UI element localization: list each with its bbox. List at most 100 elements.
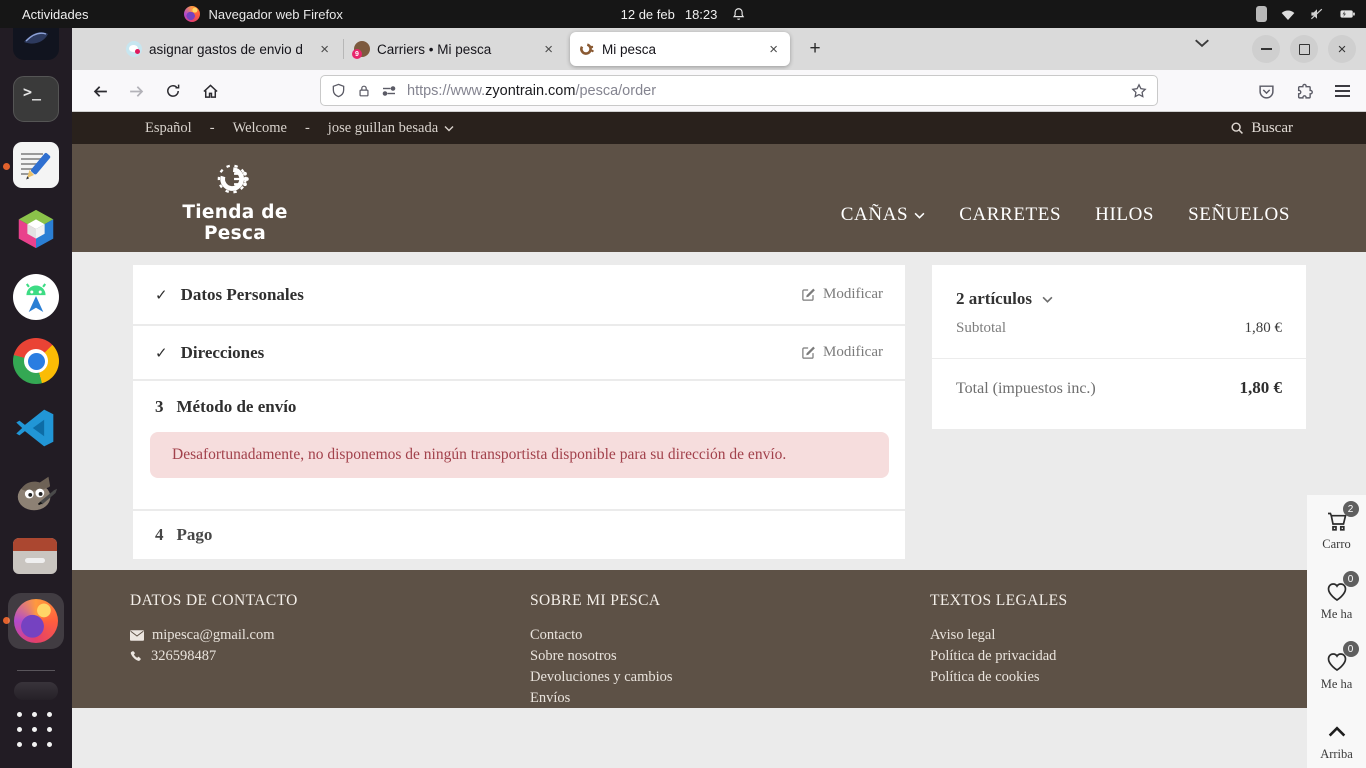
volume-muted-icon [1309,7,1325,21]
activities-button[interactable]: Actividades [22,7,88,22]
wishlist-badge: 0 [1342,641,1359,657]
items-count-toggle[interactable]: 2 artículos [956,289,1282,309]
footer-link-sobre-nosotros[interactable]: Sobre nosotros [530,646,673,667]
show-applications-icon[interactable] [17,712,55,750]
nav-hilos[interactable]: HILOS [1095,204,1154,226]
search-button[interactable]: Buscar [1230,120,1293,137]
scroll-top-label: Arriba [1320,747,1353,761]
forward-button[interactable] [120,75,152,107]
clock-menu[interactable]: 12 de feb 18:23 [621,7,746,22]
chevron-down-icon [914,212,925,219]
app-menu[interactable]: Navegador web Firefox [184,6,343,22]
shop-logo[interactable]: Tienda de Pesca [165,160,305,244]
footer-email-link[interactable]: mipesca@gmail.com [130,625,298,646]
footer-link-contacto[interactable]: Contacto [530,625,673,646]
wishlist-widget-2[interactable]: 0 Me ha [1321,641,1359,692]
url-text: https://www.zyontrain.com/pesca/order [407,82,657,99]
menu-hamburger-icon[interactable] [1326,75,1358,107]
envelope-icon [130,630,144,641]
footer-link-privacidad[interactable]: Política de privacidad [930,646,1068,667]
wishlist-widget-1[interactable]: 0 Me ha [1320,571,1359,622]
footer-link-cookies[interactable]: Política de cookies [930,667,1068,688]
close-window-button[interactable]: × [1328,35,1356,63]
list-tabs-chevron-icon[interactable] [1194,38,1210,48]
clock-date: 12 de feb [620,6,675,22]
step-personal-data: ✓ Datos Personales Modificar [133,265,905,324]
search-icon [1231,122,1244,134]
footer-link-devoluciones[interactable]: Devoluciones y cambios [530,667,673,688]
lock-icon[interactable] [357,84,371,98]
new-tab-button[interactable]: + [802,36,828,62]
url-bar[interactable]: https://www.zyontrain.com/pesca/order [320,75,1158,106]
nav-carretes[interactable]: CARRETES [959,204,1061,226]
files-icon[interactable] [13,536,59,574]
running-indicator [3,163,10,170]
dock-drawer-icon[interactable] [14,682,58,700]
cart-widget[interactable]: 2 Carro [1322,501,1359,552]
reload-button[interactable] [157,75,189,107]
shipping-alert: Desafortunadamente, no disponemos de nin… [150,432,889,478]
text-editor-icon[interactable] [13,142,59,188]
gimp-icon[interactable] [13,470,59,516]
footer-legal-column: TEXTOS LEGALES Aviso legal Política de p… [930,592,1068,688]
restore-button[interactable] [1290,35,1318,63]
scroll-to-top-widget[interactable]: Arriba [1320,718,1353,762]
chrome-icon[interactable] [13,338,59,384]
extensions-puzzle-icon[interactable] [1288,75,1320,107]
step-title: Método de envío [176,397,297,416]
nav-canas[interactable]: CAÑAS [841,204,925,226]
footer-phone-link[interactable]: 326598487 [130,646,298,667]
shop-admin-favicon: 9 [352,41,370,59]
bookmark-star-icon[interactable] [1131,82,1147,99]
page-viewport: Español - Welcome - jose guillan besada … [72,112,1366,768]
chevron-down-icon [1042,296,1053,303]
footer-heading: DATOS DE CONTACTO [130,592,298,609]
app-menu-label: Navegador web Firefox [208,6,343,22]
summary-divider [932,358,1306,359]
firefox-dock-icon[interactable] [8,593,64,649]
modify-personal-data-link[interactable]: Modificar [801,286,883,303]
shield-icon[interactable] [331,83,346,98]
home-button[interactable] [194,75,226,107]
footer-link-aviso-legal[interactable]: Aviso legal [930,625,1068,646]
main-navigation: CAÑAS CARRETES HILOS SEÑUELOS [841,204,1290,226]
firefox-icon [184,6,201,22]
footer-link-envios[interactable]: Envíos [530,688,673,709]
minimize-button[interactable] [1252,35,1280,63]
battery-icon [1338,7,1356,21]
tab-gastos-envio[interactable]: asignar gastos de envio d × [117,32,341,66]
wishlist-label: Me ha [1320,607,1353,621]
language-selector[interactable]: Español [145,120,192,137]
nav-senuelos[interactable]: SEÑUELOS [1188,204,1290,226]
permissions-icon[interactable] [382,85,396,97]
tab-mi-pesca-active[interactable]: Mi pesca × [570,32,790,66]
boxes-cube-icon[interactable] [13,206,59,252]
modify-addresses-link[interactable]: Modificar [801,344,883,361]
footer-contact-column: DATOS DE CONTACTO mipesca@gmail.com 3265… [130,592,298,667]
chevron-up-icon [1328,726,1345,737]
separator: - [209,119,215,136]
tab-title: asignar gastos de envio d [149,41,303,57]
tab-close-icon[interactable]: × [317,42,332,57]
terminal-icon[interactable]: >_ [13,76,59,122]
step-number: 4 [155,525,164,544]
footer-heading: SOBRE MI PESCA [530,592,661,609]
tab-carriers[interactable]: 9 Carriers • Mi pesca × [345,32,565,66]
cart-badge: 2 [1342,501,1359,517]
check-icon: ✓ [155,343,168,362]
android-studio-icon[interactable] [13,274,59,320]
tab-close-icon[interactable]: × [541,42,556,57]
bell-icon [731,7,745,21]
vscode-icon[interactable] [13,406,59,452]
system-tray[interactable] [1256,6,1356,22]
cart-summary: 2 artículos Subtotal 1,80 € Total (impue… [932,265,1306,429]
user-account-menu[interactable]: jose guillan besada [328,120,454,137]
step-title: Direcciones [180,342,265,362]
tab-close-icon[interactable]: × [766,42,781,57]
pocket-icon[interactable] [1250,75,1282,107]
subtotal-label: Subtotal [956,320,1007,336]
back-button[interactable] [84,75,116,107]
search-label: Buscar [1251,119,1293,136]
items-count: 2 artículos [956,289,1033,308]
dark-app-icon[interactable] [13,28,59,60]
